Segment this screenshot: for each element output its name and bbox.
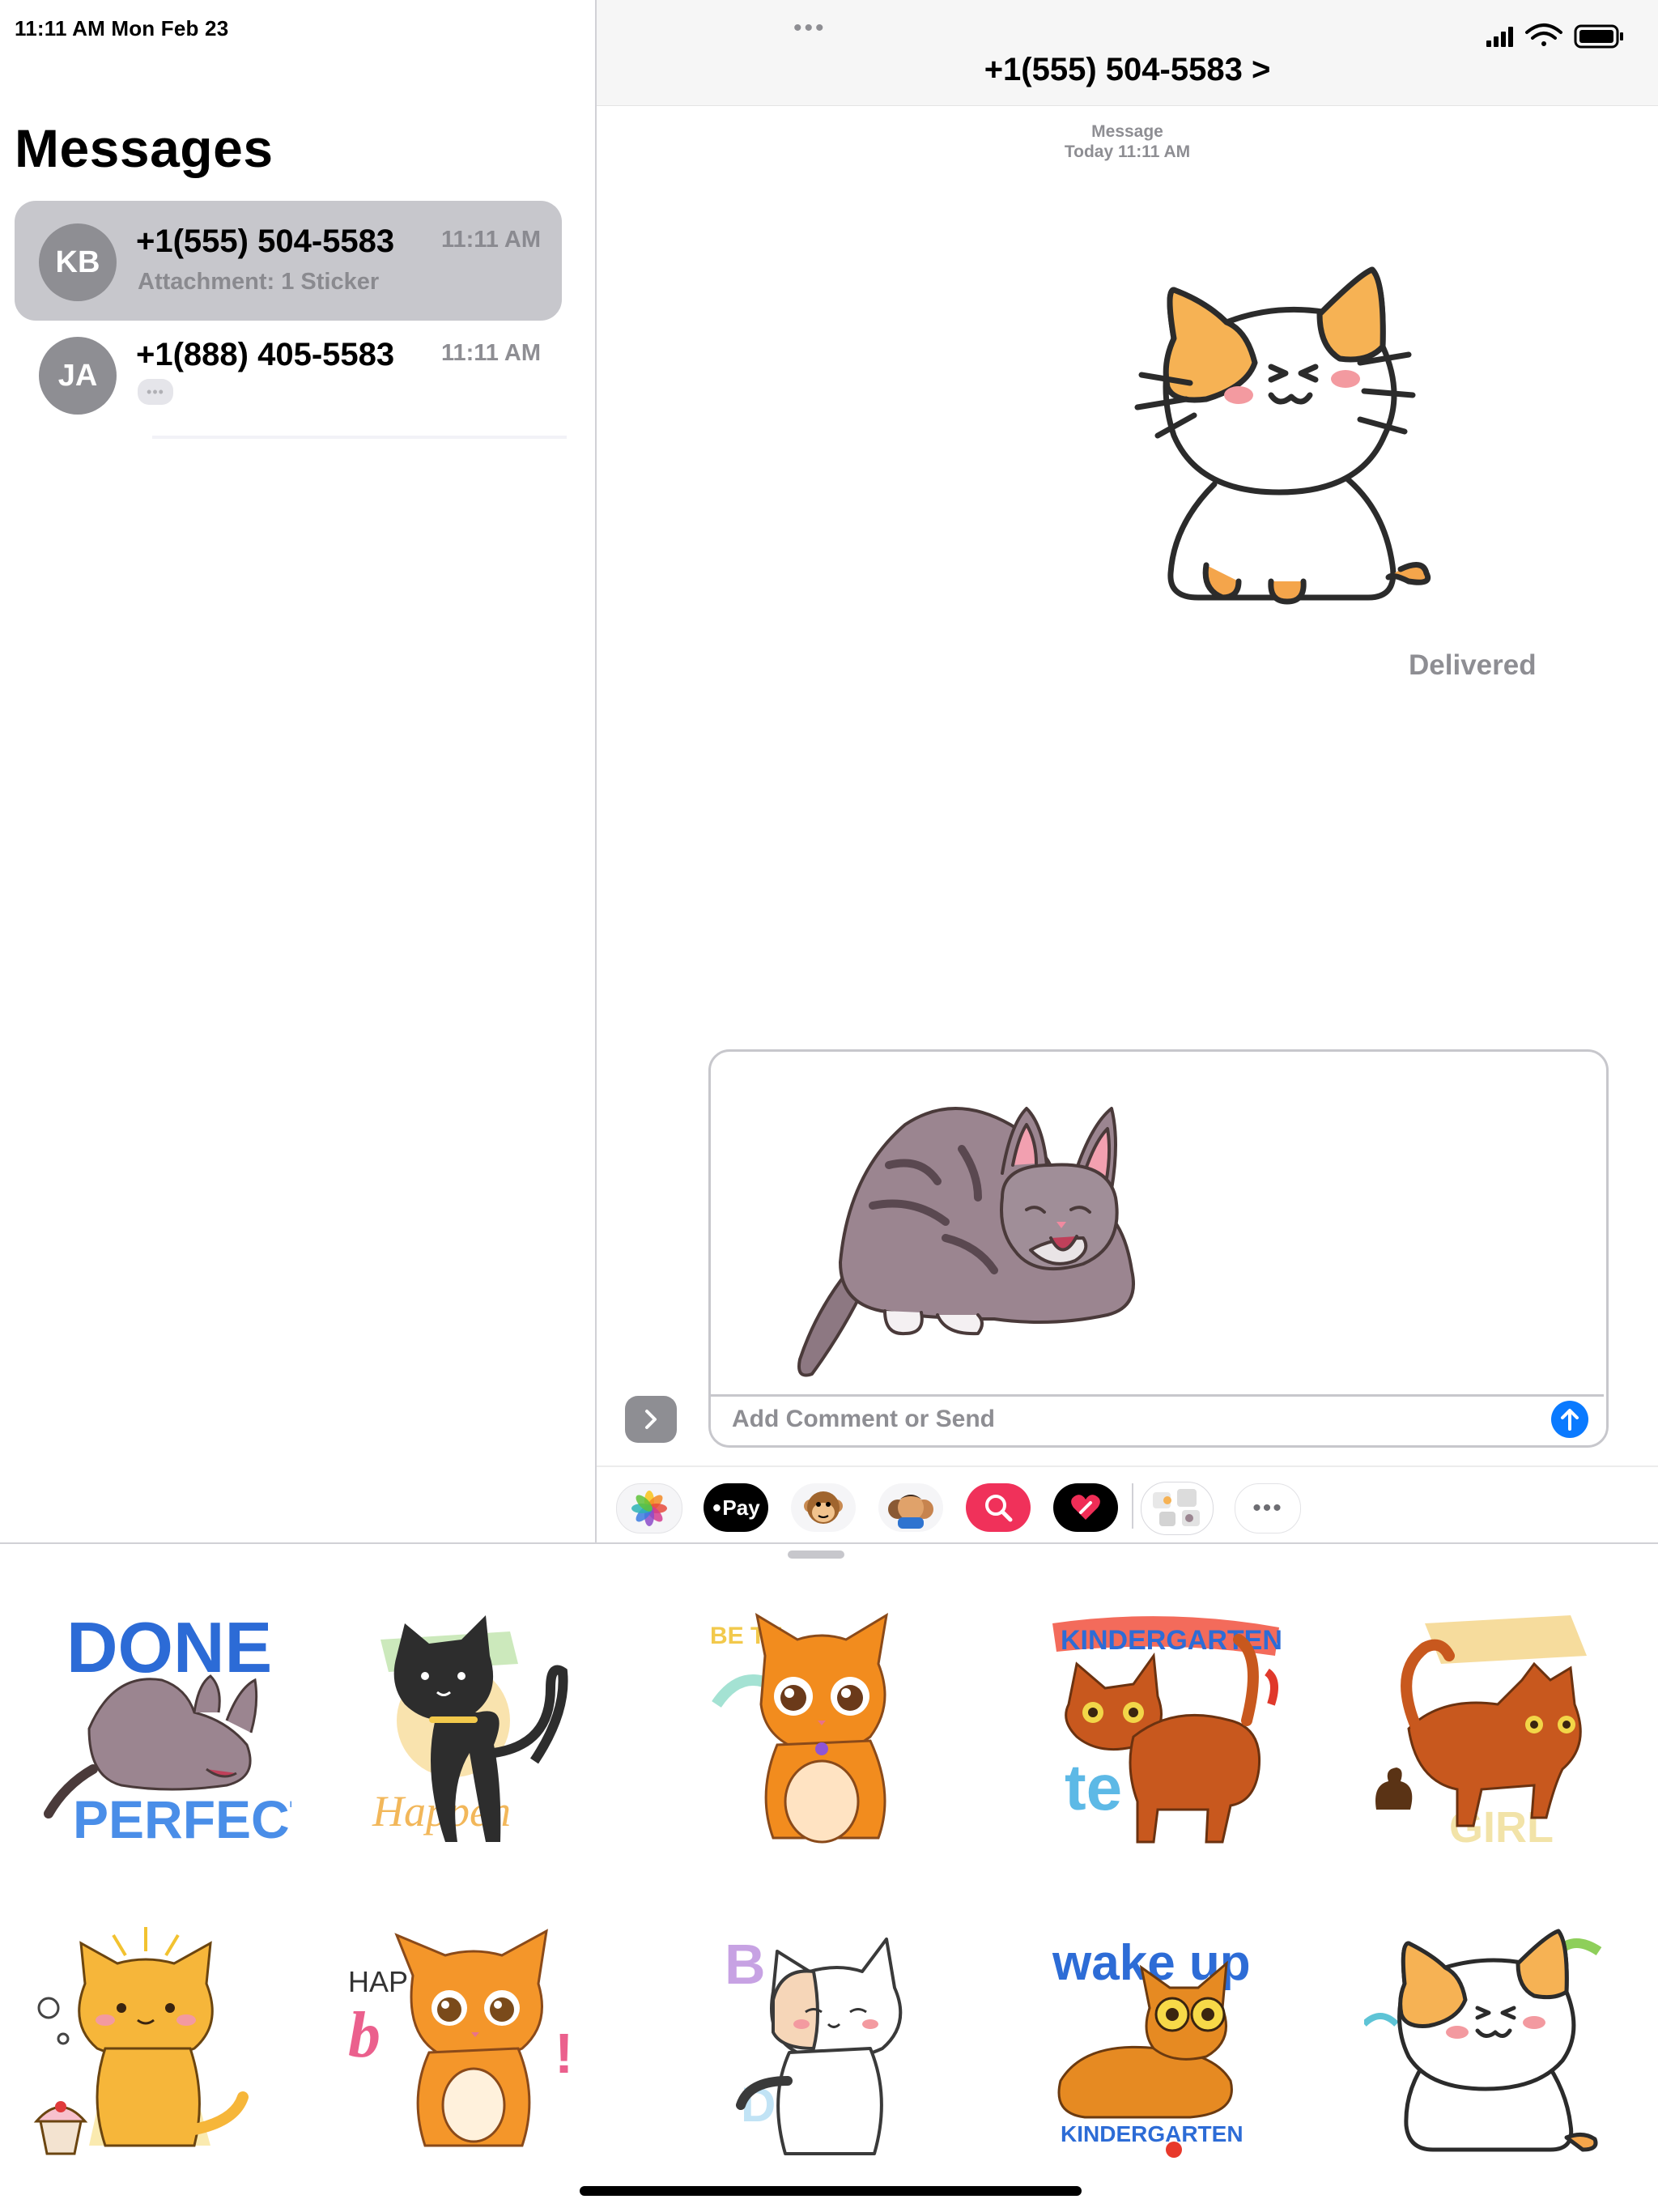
message-service-label: Message [1091,122,1163,141]
conversation-time: 11:11 AM [440,340,541,366]
cellular-signal-icon [1486,27,1513,47]
drawer-grabber[interactable] [788,1551,844,1559]
conversation-preview: Attachment: 1 Sticker [138,269,380,295]
conversation-name: +1(888) 405-5583 [136,337,395,372]
conversation-name: +1(555) 504-5583 [136,223,395,259]
expand-apps-button[interactable] [625,1396,677,1443]
arrow-up-icon [1561,1409,1579,1431]
sticker-caption-top: DONE [66,1607,272,1687]
sticker-brown-cat-poo[interactable]: GIRL [1360,1607,1627,1850]
photos-icon[interactable] [616,1483,682,1534]
app-strip-separator [1132,1483,1133,1529]
search-images-icon[interactable] [966,1483,1031,1532]
status-icons [1486,23,1623,49]
wifi-icon [1525,23,1562,46]
sidebar-title: Messages [15,118,274,178]
list-separator [152,436,567,439]
digital-touch-icon[interactable] [1053,1483,1118,1532]
svg-text:B: B [725,1933,766,1996]
tabby-cat-sticker[interactable] [784,1076,1221,1400]
sticker-caption-top: HAP [348,1965,408,1998]
chevron-right-icon [645,1410,657,1429]
apple-logo-icon: ● [712,1498,722,1516]
sticker-kindergarten-cat[interactable]: KINDERGARTEN te [1036,1607,1303,1850]
sticker-yellow-cat-cupcake[interactable] [24,1919,291,2162]
avatar: JA [39,337,117,415]
sticker-orange-kitten-birthday[interactable]: HAP b ! [348,1919,615,2162]
sticker-done-perfect[interactable]: DONE PERFECT [24,1607,291,1850]
home-indicator[interactable] [580,2186,1082,2196]
memoji-icon[interactable] [878,1483,943,1532]
cat-stickers-app-icon[interactable] [1141,1482,1214,1535]
svg-text:!: ! [555,2022,573,2085]
avatar: KB [39,223,117,301]
compose-divider [711,1394,1604,1397]
multitasking-dots-icon[interactable]: ••• [793,15,827,42]
animoji-icon[interactable] [791,1483,856,1532]
compose-field[interactable] [708,1049,1609,1448]
sticker-caption-bottom: PERFECT [73,1789,291,1849]
conversation-time: 11:11 AM [440,227,541,253]
message-time-label: Today 11:11 AM [1064,143,1191,161]
delivered-status: Delivered [1409,649,1537,681]
send-button[interactable] [1551,1401,1588,1438]
sticker-white-cat[interactable]: B D [700,1919,967,2162]
battery-icon [1574,24,1623,49]
comment-input[interactable]: Add Comment or Send [732,1406,995,1433]
message-timestamp: Message Today 11:11 AM [597,121,1658,162]
sticker-wake-up-kindergarten[interactable]: wake up KINDERGARTEN [1036,1919,1303,2162]
calico-cat-sticker[interactable] [1125,257,1498,630]
sticker-caption-bottom: KINDERGARTEN [1061,2121,1244,2146]
contact-title[interactable]: +1(555) 504-5583 > [597,52,1658,88]
conversation-item-kb[interactable]: KB +1(555) 504-5583 11:11 AM Attachment:… [15,201,562,321]
app-drawer-strip: ● Pay ••• [597,1465,1658,1548]
chat-header: +1(555) 504-5583 > [597,0,1658,106]
typing-bubble-icon: ••• [138,379,173,405]
apple-pay-icon[interactable]: ● Pay [704,1483,768,1532]
sticker-orange-kitten[interactable]: BE TH [700,1607,967,1850]
apple-pay-label: Pay [722,1495,760,1520]
sticker-black-cat-happen[interactable]: Happen [356,1607,623,1850]
sticker-calico-cat[interactable] [1364,1919,1631,2162]
keyboard-area-divider [0,1542,1658,1544]
status-time-date: 11:11 AM Mon Feb 23 [15,16,229,40]
split-divider[interactable] [595,0,597,1542]
svg-text:te: te [1065,1751,1122,1823]
conversation-item-ja[interactable]: JA +1(888) 405-5583 11:11 AM ••• [15,314,562,434]
svg-text:b: b [348,2000,380,2071]
more-apps-icon[interactable]: ••• [1235,1483,1301,1534]
